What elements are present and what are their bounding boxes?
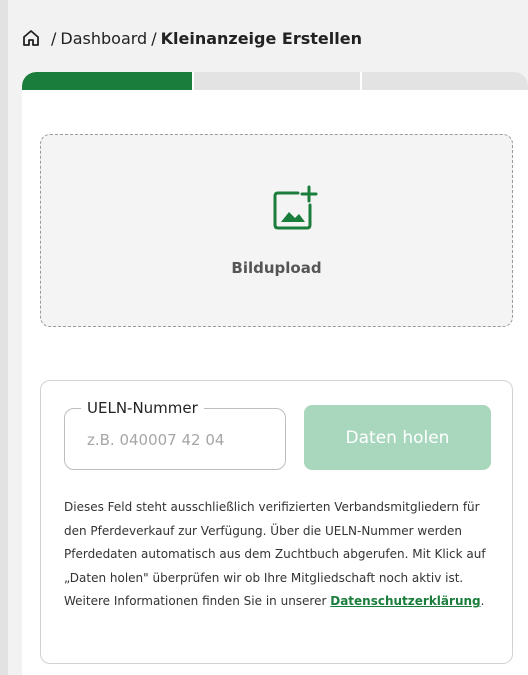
info-text-body: Dieses Feld steht ausschließlich verifiz…	[64, 500, 486, 609]
step-3-indicator	[360, 72, 528, 90]
create-listing-card: Bildupload UELN-Nummer Daten holen Diese…	[22, 72, 528, 675]
breadcrumb: / Dashboard / Kleinanzeige Erstellen	[21, 26, 362, 50]
ueln-section: UELN-Nummer Daten holen Dieses Feld steh…	[40, 380, 513, 664]
home-icon[interactable]	[21, 28, 41, 48]
progress-stepper	[22, 72, 528, 90]
ueln-field-label: UELN-Nummer	[81, 398, 204, 418]
upload-label: Bildupload	[231, 259, 322, 277]
image-upload-dropzone[interactable]: Bildupload	[40, 134, 513, 327]
breadcrumb-separator: /	[151, 28, 157, 48]
privacy-policy-link[interactable]: Datenschutzerklärung	[330, 594, 480, 608]
left-rail	[0, 0, 8, 675]
breadcrumb-separator: /	[51, 28, 57, 48]
ueln-field[interactable]: UELN-Nummer	[64, 398, 286, 470]
image-add-icon	[268, 183, 320, 235]
page: / Dashboard / Kleinanzeige Erstellen Bil…	[0, 0, 528, 675]
breadcrumb-dashboard-link[interactable]: Dashboard	[60, 29, 147, 48]
step-2-indicator	[192, 72, 360, 90]
step-1-indicator	[22, 72, 192, 90]
breadcrumb-current: Kleinanzeige Erstellen	[160, 28, 362, 48]
ueln-info-text: Dieses Feld steht ausschließlich verifiz…	[64, 496, 504, 614]
fetch-data-button[interactable]: Daten holen	[304, 405, 491, 470]
info-text-end: .	[480, 594, 485, 609]
ueln-input[interactable]	[87, 427, 247, 453]
